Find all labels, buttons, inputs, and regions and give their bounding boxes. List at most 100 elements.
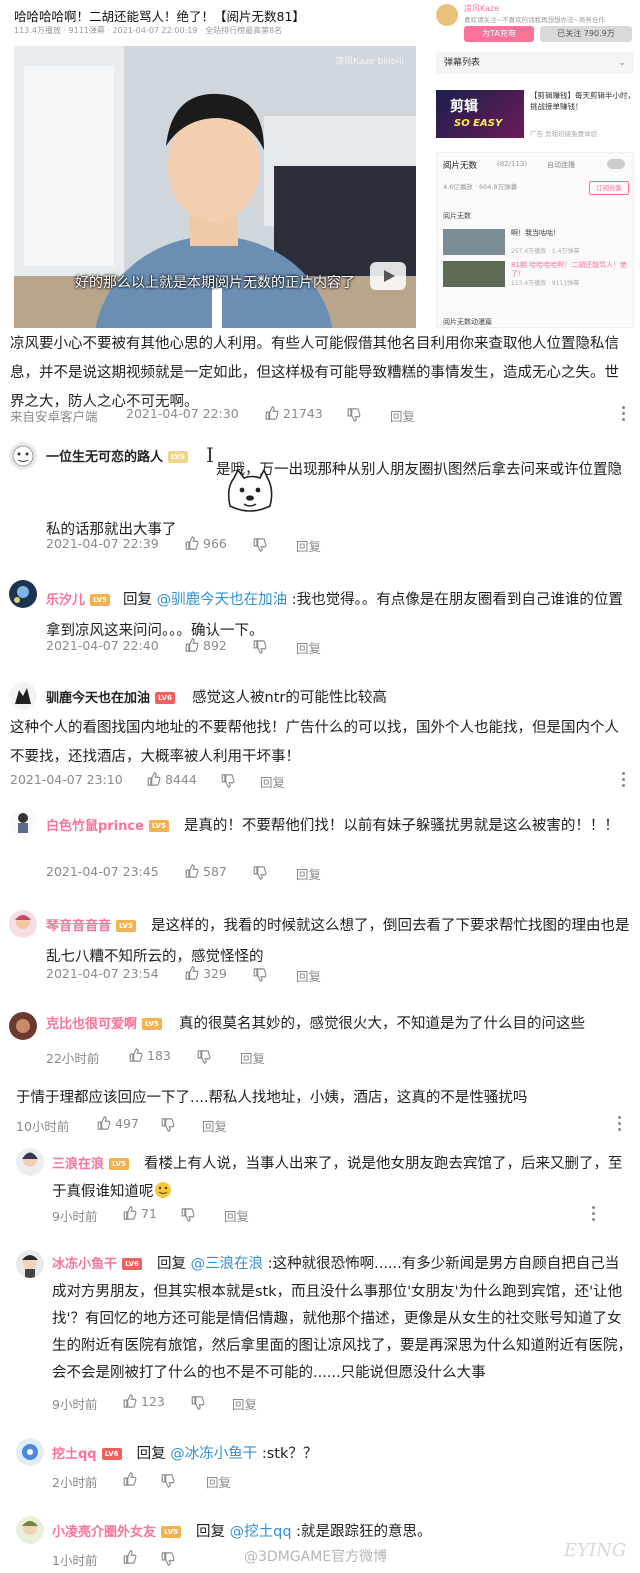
like-button[interactable]: 966 — [184, 536, 227, 551]
like-button[interactable]: 71 — [122, 1206, 157, 1221]
like-button[interactable]: 892 — [184, 638, 227, 653]
video-title: 哈哈哈哈啊！二胡还能骂人！绝了！【阅片无数81】 — [14, 9, 305, 24]
comment-body: 冰冻小鱼干 LV6 回复 @三浪在浪 :这种就很恐怖啊......有多少新闻是男… — [52, 1250, 632, 1386]
thumb-down-icon[interactable] — [220, 774, 235, 788]
collection-item[interactable]: 啊！我当咕咕！ 257.4万播放 · 1.4万弹幕 — [443, 229, 631, 255]
danmu-list-toggle[interactable]: 弹幕列表 ⌄ — [436, 52, 634, 74]
like-button[interactable]: 123 — [122, 1394, 165, 1409]
collection-bottom-label: 阅片无数动漫篇 — [443, 318, 492, 326]
username[interactable]: 挖土qq — [52, 1447, 97, 1462]
level-badge: LV6 — [155, 691, 175, 704]
comment-header: 驯鹿今天也在加油 LV6 感觉这人被ntr的可能性比较高 — [46, 686, 387, 707]
username[interactable]: 乐汐儿 — [46, 593, 85, 608]
autoplay-label: 自动连播 — [547, 161, 575, 169]
up-name[interactable]: 凉风Kaze — [464, 3, 499, 14]
reply-button[interactable]: 回复 — [240, 1048, 265, 1067]
more-options-icon[interactable] — [592, 1206, 596, 1222]
thumb-up-icon — [147, 772, 161, 786]
reply-prefix: 回复 — [157, 1256, 191, 1272]
level-badge: LV5 — [149, 819, 169, 832]
level-badge: LV5 — [109, 1157, 129, 1170]
thumb-down-icon[interactable] — [160, 1552, 175, 1566]
avatar[interactable] — [9, 580, 37, 608]
avatar[interactable] — [16, 1250, 44, 1278]
autoplay-toggle[interactable] — [607, 159, 625, 169]
reply-button[interactable]: 回复 — [224, 1206, 249, 1225]
username[interactable]: 克比也很可爱啊 — [46, 1017, 137, 1032]
ad-banner[interactable]: 剪辑 SO EASY — [436, 90, 524, 138]
ad-text[interactable]: 【剪辑赚钱】每天剪辑半小时，挑战接单赚钱！ — [530, 90, 636, 112]
charge-button[interactable]: 为TA充电 — [464, 26, 534, 42]
thumb-down-icon[interactable] — [252, 866, 267, 880]
play-icon[interactable] — [370, 262, 406, 290]
comment-body: 白色竹鼠prince LV5 是真的！不要帮他们找！以前有妹子躲骚扰男就是这么被… — [46, 810, 632, 841]
like-button[interactable]: 587 — [184, 864, 227, 879]
comment-time: 22小时前 — [46, 1051, 100, 1066]
mention-link[interactable]: @驯鹿今天也在加油 — [157, 592, 288, 608]
avatar[interactable] — [9, 910, 37, 938]
video-player[interactable]: 凉风Kaze bilibili 好的那么以上就是本期阅片无数的正片内容了 — [14, 46, 416, 328]
more-options-icon[interactable] — [622, 406, 626, 422]
reply-button[interactable]: 回复 — [232, 1394, 257, 1413]
reply-button[interactable]: 回复 — [296, 966, 321, 985]
reply-button[interactable]: 回复 — [296, 864, 321, 883]
username[interactable]: 冰冻小鱼干 — [52, 1257, 117, 1272]
up-avatar[interactable] — [436, 4, 458, 26]
reply-button[interactable]: 回复 — [296, 536, 321, 555]
like-button[interactable]: 21743 — [264, 406, 323, 421]
comment-time: 9小时前 — [52, 1397, 98, 1412]
like-button[interactable]: 329 — [184, 966, 227, 981]
video-meta: 113.4万播放 · 9111弹幕 · 2021-04-07 22:00:19 … — [14, 26, 283, 35]
more-options-icon[interactable] — [618, 1116, 622, 1132]
avatar[interactable] — [9, 682, 37, 710]
username[interactable]: 琴音音音音 — [46, 919, 111, 934]
up-description: 喜欢请关注~不喜欢的话我再想想办法~商务合作 — [464, 16, 605, 24]
collection-item[interactable]: 81期 哈哈哈哈啊！二胡还能骂人！绝了！ 113.4万播放 · 9111弹幕 — [443, 261, 631, 287]
subscribe-collection-button[interactable]: 订阅合集 — [589, 181, 629, 195]
username[interactable]: 小凌亮介圈外女友 — [52, 1525, 156, 1540]
like-button[interactable]: 497 — [96, 1116, 139, 1131]
thumb-down-icon[interactable] — [346, 408, 361, 422]
thumb-down-icon[interactable] — [190, 1396, 205, 1410]
reply-button[interactable]: 回复 — [206, 1472, 231, 1491]
reply-prefix: 回复 — [196, 1524, 230, 1540]
mention-link[interactable]: @三浪在浪 — [191, 1256, 264, 1272]
thumb-down-icon[interactable] — [252, 968, 267, 982]
thumb-down-icon[interactable] — [196, 1050, 211, 1064]
thumb-up-icon — [185, 638, 199, 652]
thumb-down-icon[interactable] — [252, 640, 267, 654]
like-button[interactable]: 8444 — [146, 772, 197, 787]
reply-button[interactable]: 回复 — [390, 406, 415, 425]
comment-body: 三浪在浪 LV5 看楼上有人说，当事人出来了，说是他女朋友跑去宾馆了，后来又删了… — [52, 1150, 632, 1205]
reply-button[interactable]: 回复 — [202, 1116, 227, 1135]
like-button[interactable] — [122, 1550, 141, 1565]
like-button[interactable]: 183 — [128, 1048, 171, 1063]
thumb-down-icon[interactable] — [160, 1474, 175, 1488]
thumb-down-icon[interactable] — [160, 1118, 175, 1132]
collection-section-label: 阅片无数 — [443, 212, 471, 220]
reply-button[interactable]: 回复 — [296, 638, 321, 657]
thumb-down-icon[interactable] — [252, 538, 267, 552]
mention-link[interactable]: @冰冻小鱼干 — [170, 1446, 257, 1462]
reply-button[interactable]: 回复 — [260, 772, 285, 791]
like-count: 497 — [115, 1116, 139, 1131]
reply-prefix: 回复 — [123, 592, 157, 608]
username[interactable]: 驯鹿今天也在加油 — [46, 691, 150, 706]
thumb-down-icon[interactable] — [180, 1208, 195, 1222]
more-options-icon[interactable] — [622, 772, 626, 788]
collection-item-title: 啊！我当咕咕！ — [511, 229, 560, 237]
level-badge: LV5 — [161, 1525, 181, 1538]
avatar[interactable] — [9, 808, 37, 836]
like-button[interactable] — [122, 1472, 141, 1487]
avatar[interactable] — [16, 1516, 44, 1544]
avatar[interactable] — [9, 442, 37, 470]
avatar[interactable] — [9, 1012, 37, 1040]
avatar[interactable] — [16, 1438, 44, 1466]
level-badge: LV5 — [116, 919, 136, 932]
follow-button[interactable]: 已关注 790.9万 — [540, 26, 632, 42]
collection-title[interactable]: 阅片无数 — [443, 159, 477, 171]
avatar[interactable] — [16, 1148, 44, 1176]
username[interactable]: 白色竹鼠prince — [46, 819, 144, 834]
username[interactable]: 三浪在浪 — [52, 1157, 104, 1172]
mention-link[interactable]: @挖土qq — [230, 1524, 292, 1540]
